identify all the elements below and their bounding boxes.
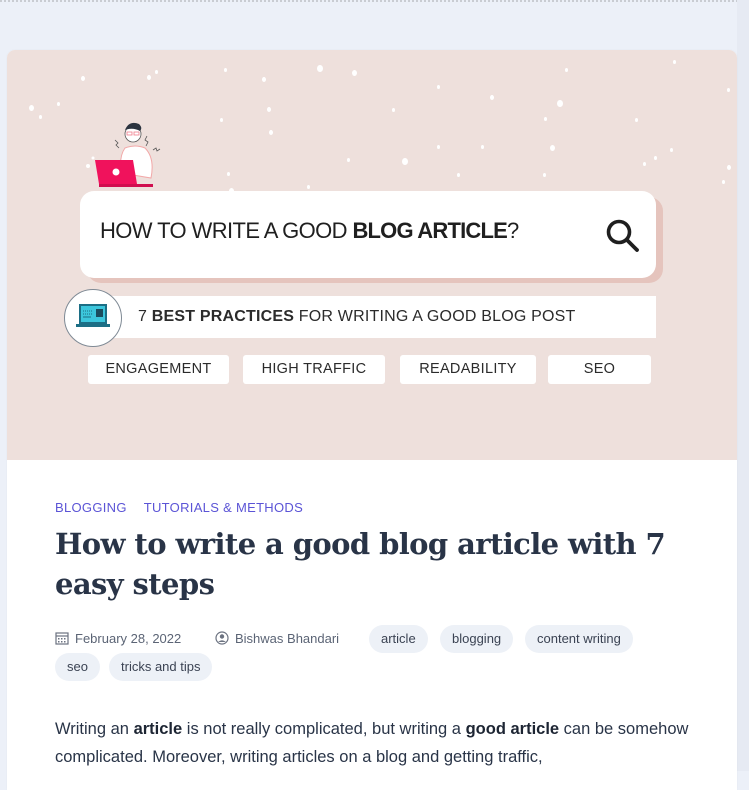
laptop-icon (76, 304, 110, 327)
calendar-icon (55, 632, 69, 645)
post-title[interactable]: How to write a good blog article with 7 … (55, 524, 705, 604)
pill-engagement: ENGAGEMENT (88, 355, 229, 384)
practices-text: 7 BEST PRACTICES FOR WRITING A GOOD BLOG… (138, 308, 576, 325)
post-categories: BLOGGING TUTORIALS & METHODS (55, 500, 320, 515)
snow-dot (224, 68, 227, 72)
snow-dot (220, 118, 223, 122)
pill-high-traffic: HIGH TRAFFIC (243, 355, 385, 384)
snow-dot (543, 173, 546, 177)
pill-readability: READABILITY (400, 355, 536, 384)
tag-tricks-and-tips[interactable]: tricks and tips (109, 653, 213, 681)
post-excerpt: Writing an article is not really complic… (55, 720, 689, 766)
user-icon (215, 631, 229, 645)
snow-dot (670, 148, 673, 152)
snow-dot (673, 60, 676, 64)
snow-dot (227, 172, 230, 176)
snow-dot (437, 145, 440, 149)
top-border (0, 0, 749, 2)
snow-dot (307, 185, 310, 189)
hero-search-box: HOW TO WRITE A GOOD BLOG ARTICLE? (80, 191, 656, 278)
post-author[interactable]: Bishwas Bhandari (215, 631, 339, 646)
snow-dot (352, 70, 357, 76)
laptop-badge (64, 289, 122, 347)
featured-image[interactable]: HOW TO WRITE A GOOD BLOG ARTICLE? 7 BEST… (7, 50, 737, 460)
snow-dot (635, 118, 638, 122)
snow-dot (727, 165, 731, 170)
tag-content-writing[interactable]: content writing (525, 625, 633, 653)
post-card: HOW TO WRITE A GOOD BLOG ARTICLE? 7 BEST… (7, 50, 737, 790)
category-link-tutorials-methods[interactable]: TUTORIALS & METHODS (144, 500, 303, 515)
snow-dot (565, 68, 568, 72)
snow-dot (347, 158, 350, 162)
snow-dot (269, 130, 273, 135)
snow-dot (402, 158, 408, 166)
snow-dot (490, 95, 494, 100)
snow-dot (544, 117, 547, 121)
pill-seo: SEO (548, 355, 651, 384)
snow-dot (727, 88, 730, 92)
snow-dot (457, 173, 460, 177)
snow-dot (29, 105, 34, 111)
hero-headline: HOW TO WRITE A GOOD BLOG ARTICLE? (100, 218, 519, 243)
post-date: February 28, 2022 (55, 631, 181, 646)
snow-dot (437, 85, 440, 89)
snow-dot (262, 77, 266, 82)
snow-dot (654, 156, 657, 160)
snow-dot (481, 145, 484, 149)
tag-blogging[interactable]: blogging (440, 625, 514, 653)
category-link-blogging[interactable]: BLOGGING (55, 500, 127, 515)
scrollbar-track[interactable] (737, 0, 749, 771)
snow-dot (81, 76, 85, 81)
tag-seo[interactable]: seo (55, 653, 100, 681)
practices-banner: 7 BEST PRACTICES FOR WRITING A GOOD BLOG… (109, 296, 656, 338)
snow-dot (267, 107, 271, 112)
snow-dot (317, 65, 323, 73)
snow-dot (155, 70, 158, 74)
snow-dot (722, 180, 725, 184)
snow-dot (147, 75, 151, 80)
tag-article[interactable]: article (369, 625, 428, 653)
snow-dot (643, 162, 646, 166)
search-icon (606, 219, 639, 252)
snow-dot (39, 115, 42, 119)
snow-dot (550, 145, 555, 151)
snow-dot (392, 108, 395, 112)
person-with-laptop-illustration (86, 122, 161, 187)
snow-dot (57, 102, 60, 106)
snow-dot (557, 100, 563, 108)
